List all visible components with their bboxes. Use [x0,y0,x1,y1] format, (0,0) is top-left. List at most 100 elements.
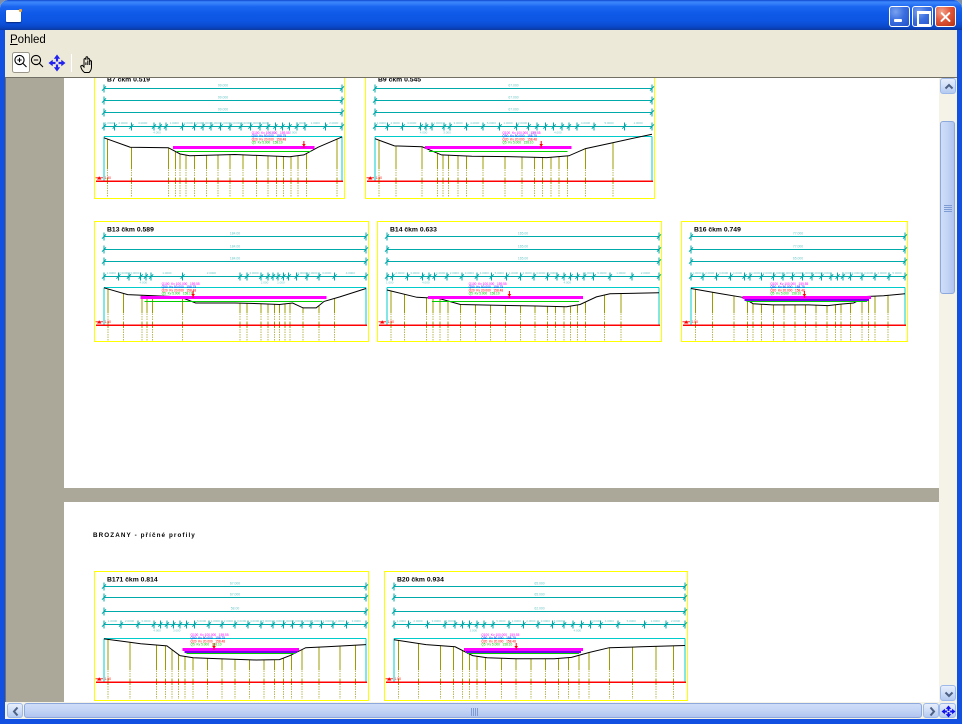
svg-text:2.0000: 2.0000 [671,619,681,623]
svg-text:2.0000: 2.0000 [284,619,294,623]
svg-text:1.0000: 1.0000 [170,121,180,125]
svg-text:B16 čkm 0.749: B16 čkm 0.749 [694,227,741,234]
svg-text:5.0000: 5.0000 [627,619,637,623]
svg-text:2.0000: 2.0000 [224,619,234,623]
svg-text:2.0000: 2.0000 [119,271,129,275]
svg-text:67.000: 67.000 [230,593,240,597]
svg-text:3.0000: 3.0000 [591,619,601,623]
svg-text:Q5 Kv 5.000 158.10: Q5 Kv 5.000 158.10 [191,643,222,647]
svg-text:4.0000: 4.0000 [605,619,615,623]
svg-text:1.50: 1.50 [388,320,395,324]
svg-text:B9 čkm 0.545: B9 čkm 0.545 [378,78,421,84]
svg-text:3.000: 3.000 [470,629,478,633]
svg-text:1.0000: 1.0000 [107,271,117,275]
svg-text:1.50: 1.50 [692,320,699,324]
svg-text:4.000: 4.000 [420,131,428,135]
svg-text:1.0000: 1.0000 [803,271,813,275]
svg-text:4.0000: 4.0000 [250,619,260,623]
svg-text:4.000: 4.000 [153,131,161,135]
svg-text:3.0000: 3.0000 [241,121,251,125]
svg-text:1.0000: 1.0000 [162,271,172,275]
svg-text:165.00: 165.00 [518,232,528,236]
svg-text:1.50: 1.50 [395,677,402,681]
svg-text:65.000: 65.000 [793,257,803,261]
svg-text:3.0000: 3.0000 [141,619,151,623]
svg-text:4.000: 4.000 [563,281,571,285]
svg-text:4.0000: 4.0000 [548,271,558,275]
svg-text:2.0000: 2.0000 [641,271,651,275]
svg-text:2.0000: 2.0000 [207,271,217,275]
svg-text:2.0000: 2.0000 [231,121,241,125]
svg-text:3.0000: 3.0000 [293,619,303,623]
svg-text:3.0000: 3.0000 [719,271,729,275]
svg-text:1.0000: 1.0000 [512,619,522,623]
svg-text:1.0000: 1.0000 [297,271,307,275]
svg-text:3.0000: 3.0000 [138,121,148,125]
svg-text:1.0000: 1.0000 [105,121,115,125]
svg-text:5.0000: 5.0000 [597,271,607,275]
svg-text:1.0000: 1.0000 [108,619,118,623]
svg-text:5.0000: 5.0000 [496,619,506,623]
svg-text:3.000: 3.000 [173,629,181,633]
svg-text:2.0000: 2.0000 [335,619,345,623]
svg-text:2.000: 2.000 [261,281,269,285]
svg-text:5.0000: 5.0000 [197,619,207,623]
svg-text:2.0000: 2.0000 [125,619,135,623]
svg-text:5.0000: 5.0000 [892,271,902,275]
svg-text:5.0000: 5.0000 [793,271,803,275]
svg-text:2.0000: 2.0000 [395,271,405,275]
svg-text:3.0000: 3.0000 [322,271,332,275]
svg-text:65.000: 65.000 [534,582,544,586]
svg-text:Q5 Kv 5.000 158.10: Q5 Kv 5.000 158.10 [469,292,500,296]
svg-text:Q5 Kv 5.000 158.10: Q5 Kv 5.000 158.10 [162,292,193,296]
svg-text:1.50: 1.50 [376,176,383,180]
svg-text:5.0000: 5.0000 [487,121,497,125]
svg-text:4.0000: 4.0000 [480,271,490,275]
svg-text:2.0000: 2.0000 [852,271,862,275]
svg-text:2.0000: 2.0000 [118,121,128,125]
svg-text:1.0000: 1.0000 [377,121,387,125]
svg-text:Q5 Kv 5.000 158.10: Q5 Kv 5.000 158.10 [481,643,512,647]
svg-text:165.00: 165.00 [518,245,528,249]
svg-text:4.0000: 4.0000 [581,121,591,125]
svg-text:5.0000: 5.0000 [211,121,221,125]
svg-text:1.50: 1.50 [105,320,112,324]
svg-text:1.000: 1.000 [277,281,285,285]
svg-text:B13 čkm 0.589: B13 čkm 0.589 [107,227,154,234]
svg-text:67.000: 67.000 [508,96,518,100]
svg-text:184.00: 184.00 [230,245,240,249]
svg-text:3.0000: 3.0000 [237,619,247,623]
svg-text:B20 čkm 0.934: B20 čkm 0.934 [397,577,444,584]
svg-text:3.0000: 3.0000 [536,271,546,275]
svg-text:4.000: 4.000 [140,281,148,285]
svg-text:2.0000: 2.0000 [763,271,773,275]
svg-text:99.000: 99.000 [218,84,228,88]
svg-text:4.000: 4.000 [422,281,430,285]
svg-text:99.000: 99.000 [218,96,228,100]
svg-text:2.0000: 2.0000 [308,271,318,275]
svg-text:3.0000: 3.0000 [541,619,551,623]
svg-text:3.0000: 3.0000 [410,271,420,275]
svg-text:4.0000: 4.0000 [346,271,356,275]
svg-text:3.000: 3.000 [289,131,297,135]
svg-text:2.0000: 2.0000 [184,121,194,125]
svg-text:3.0000: 3.0000 [432,619,442,623]
svg-text:1.0000: 1.0000 [692,271,702,275]
svg-text:5.0000: 5.0000 [263,619,273,623]
svg-text:67.000: 67.000 [508,84,518,88]
svg-text:5.0000: 5.0000 [312,619,322,623]
svg-text:1.0000: 1.0000 [842,271,852,275]
svg-text:5.0000: 5.0000 [260,121,270,125]
svg-text:B7 čkm 0.519: B7 čkm 0.519 [107,78,150,84]
svg-text:2.0000: 2.0000 [413,619,423,623]
svg-text:3.0000: 3.0000 [864,271,874,275]
svg-text:1.0000: 1.0000 [651,619,661,623]
svg-text:3.0000: 3.0000 [774,271,784,275]
svg-text:5.0000: 5.0000 [495,271,505,275]
svg-text:1.0000: 1.0000 [436,271,446,275]
svg-text:4.000: 4.000 [574,629,582,633]
svg-text:4.000: 4.000 [153,629,161,633]
svg-text:99.000: 99.000 [218,108,228,112]
svg-text:B14 čkm 0.633: B14 čkm 0.633 [390,227,437,234]
svg-text:184.00: 184.00 [230,257,240,261]
